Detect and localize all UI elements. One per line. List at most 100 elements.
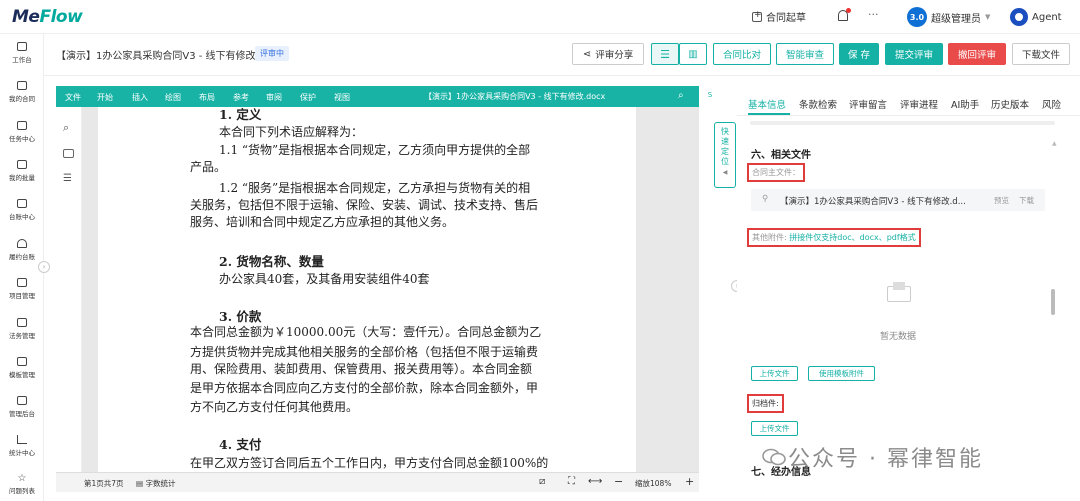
other-attachments-label: 其他附件: 拼接件仅支持doc、docx、pdf格式 xyxy=(747,228,921,247)
sidebar-item-performance[interactable]: 履约台账 xyxy=(0,239,44,261)
use-template-attachment-button[interactable]: 使用模板附件 xyxy=(808,366,875,381)
sidebar-item-legal[interactable]: 法务管理 xyxy=(0,318,44,340)
editor-toolbar: 文件 开始 插入 绘图 布局 参考 审阅 保护 视图 【演示】1办公家具采购合同… xyxy=(56,86,716,107)
panel-tabs: 基本信息 条款检索 评审留言 评审进程 AI助手 历史版本 风险 xyxy=(737,86,1080,116)
agent-button[interactable]: Agent xyxy=(1010,8,1062,26)
doc-line: 本合同下列术语应解释为： xyxy=(219,125,364,139)
sidebar-item-admin[interactable]: 管理后台 xyxy=(0,396,44,418)
doc-line: 方不向乙方支付任何其他费用。 xyxy=(190,400,359,414)
main-file-row[interactable]: ⚲ 【演示】1办公家具采购合同V3 - 线下有修改.d... 预览 下载 xyxy=(751,189,1045,211)
app-logo[interactable]: MeFlow xyxy=(12,7,83,27)
menu-file[interactable]: 文件 xyxy=(65,92,81,103)
save-button[interactable]: 保 存 xyxy=(839,43,879,65)
doc-line: 用、保险费用、装卸费用、保管费用、报关费用等）。本合同金额 xyxy=(190,362,533,376)
word-count-button[interactable]: ▤ 字数统计 xyxy=(136,478,175,489)
share-icon: ⋖ xyxy=(582,48,592,60)
other-attachments-hint: 拼接件仅支持doc、docx、pdf格式 xyxy=(789,233,916,242)
more-button[interactable]: ··· xyxy=(868,8,879,21)
zoom-level[interactable]: 缩放108% xyxy=(635,478,671,489)
upload-archive-button[interactable]: 上传文件 xyxy=(751,421,798,436)
tab-scrollbar[interactable] xyxy=(750,121,1055,125)
menu-view[interactable]: 视图 xyxy=(334,92,350,103)
sidebar-collapse-button[interactable]: › xyxy=(38,261,50,273)
sidebar-item-templates[interactable]: 模板管理 xyxy=(0,357,44,379)
doc-line: 在甲乙双方签订合同后五个工作日内，甲方支付合同总金额100%的 xyxy=(190,456,549,470)
track-changes-icon[interactable]: ⧄ xyxy=(539,476,545,487)
doc-line: 是甲方依据本合同应向乙方支付的全部价款，除本合同金额外，甲 xyxy=(190,381,539,395)
tab-review-progress[interactable]: 评审进程 xyxy=(900,97,938,111)
chart-icon xyxy=(17,435,27,444)
sidebar-item-label: 模板管理 xyxy=(9,371,35,379)
sidebar-item-stats[interactable]: 统计中心 xyxy=(0,435,44,457)
bank-icon xyxy=(17,318,27,327)
tab-risk[interactable]: 风险 xyxy=(1042,97,1061,111)
menu-review[interactable]: 审阅 xyxy=(266,92,282,103)
notification-dot xyxy=(846,8,851,13)
new-contract-button[interactable]: 合同起草 xyxy=(752,9,806,24)
avatar: 3.0 xyxy=(907,7,927,27)
editor-left-rail: ⌕ ☰ xyxy=(56,107,82,472)
editor-avatar[interactable]: S xyxy=(704,89,716,101)
fit-page-icon[interactable]: ⛶ xyxy=(568,476,575,487)
menu-layout[interactable]: 布局 xyxy=(199,92,215,103)
zoom-in-icon[interactable]: + xyxy=(685,475,694,488)
download-link[interactable]: 下载 xyxy=(1019,195,1034,206)
sidebar-item-tasks[interactable]: 任务中心 xyxy=(0,121,44,143)
fit-width-icon[interactable]: ⟷ xyxy=(588,476,602,487)
view-split-button[interactable]: ▥ xyxy=(679,43,707,65)
menu-references[interactable]: 参考 xyxy=(233,92,249,103)
submit-review-button[interactable]: 提交评审 xyxy=(885,43,943,65)
menu-protect[interactable]: 保护 xyxy=(300,92,316,103)
empty-box-icon xyxy=(885,282,913,302)
comment-icon[interactable] xyxy=(63,149,74,158)
review-share-button[interactable]: ⋖ 评审分享 xyxy=(572,43,644,65)
withdraw-review-button[interactable]: 撤回评审 xyxy=(948,43,1006,65)
sidebar-item-label: 工作台 xyxy=(12,56,32,64)
tab-basic-info[interactable]: 基本信息 xyxy=(748,97,786,111)
withdraw-review-label: 撤回评审 xyxy=(957,50,996,61)
preview-link[interactable]: 预览 xyxy=(994,195,1009,206)
view-list-button[interactable]: ☰ xyxy=(651,43,679,65)
document-title: 【演示】1办公家具采购合同V3 - 线下有修改 xyxy=(56,51,256,62)
smart-review-button[interactable]: 智能审查 xyxy=(776,43,834,65)
doc-line: 服务、培训和合同中规定乙方应承担的其他义务。 xyxy=(190,215,455,229)
quick-locate-button[interactable]: 快速定位 ◀ xyxy=(714,122,736,188)
tab-review-comments[interactable]: 评审留言 xyxy=(849,97,887,111)
outline-icon[interactable]: ☰ xyxy=(63,173,72,184)
download-file-button[interactable]: 下载文件 xyxy=(1012,43,1070,65)
search-icon[interactable]: ⌕ xyxy=(678,90,684,101)
user-menu[interactable]: 3.0 超级管理员 ▼ xyxy=(907,7,990,27)
zoom-out-icon[interactable]: − xyxy=(614,475,623,488)
scroll-up-icon[interactable]: ▲ xyxy=(1052,140,1057,147)
tab-ai-assistant[interactable]: AI助手 xyxy=(951,97,979,111)
menu-home[interactable]: 开始 xyxy=(97,92,113,103)
panel-scrollbar[interactable] xyxy=(1051,289,1055,315)
doc-line: 方提供货物并完成其他相关服务的全部价格（包括但不限于运输费 xyxy=(190,345,539,359)
right-panel: 基本信息 条款检索 评审留言 评审进程 AI助手 历史版本 风险 六、相关文件 … xyxy=(737,86,1080,501)
bell-icon xyxy=(17,239,27,248)
sidebar-item-my-contracts[interactable]: 我的合同 xyxy=(0,81,44,103)
menu-insert[interactable]: 插入 xyxy=(132,92,148,103)
compare-button[interactable]: 合同比对 xyxy=(713,43,771,65)
new-contract-label: 合同起草 xyxy=(766,13,806,24)
doc-line: 1.1 “货物”是指根据本合同规定，乙方须向甲方提供的全部 xyxy=(219,143,531,157)
attachment-icon: ⚲ xyxy=(762,194,769,204)
briefcase-icon xyxy=(17,278,27,287)
sidebar-item-ledger[interactable]: 台账中心 xyxy=(0,199,44,221)
sidebar-item-issues[interactable]: ☆ 问题列表 xyxy=(0,473,44,495)
review-share-label: 评审分享 xyxy=(595,50,634,61)
search-icon[interactable]: ⌕ xyxy=(63,121,69,135)
sidebar-item-workbench[interactable]: 工作台 xyxy=(0,42,44,64)
menu-draw[interactable]: 绘图 xyxy=(165,92,181,103)
caret-left-icon: ◀ xyxy=(722,169,728,176)
sidebar-item-label: 法务管理 xyxy=(9,332,35,340)
sidebar-item-label: 任务中心 xyxy=(9,135,35,143)
tab-clause-search[interactable]: 条款检索 xyxy=(799,97,837,111)
sidebar-item-batch[interactable]: 我的批量 xyxy=(0,160,44,182)
page-margin-left xyxy=(82,107,98,472)
sidebar-item-projects[interactable]: 项目管理 xyxy=(0,278,44,300)
editor-filename: 【演示】1办公家具采购合同V3 - 线下有修改.docx xyxy=(424,92,606,101)
tab-history[interactable]: 历史版本 xyxy=(991,97,1029,111)
upload-file-button[interactable]: 上传文件 xyxy=(751,366,798,381)
notification-button[interactable] xyxy=(838,8,851,21)
